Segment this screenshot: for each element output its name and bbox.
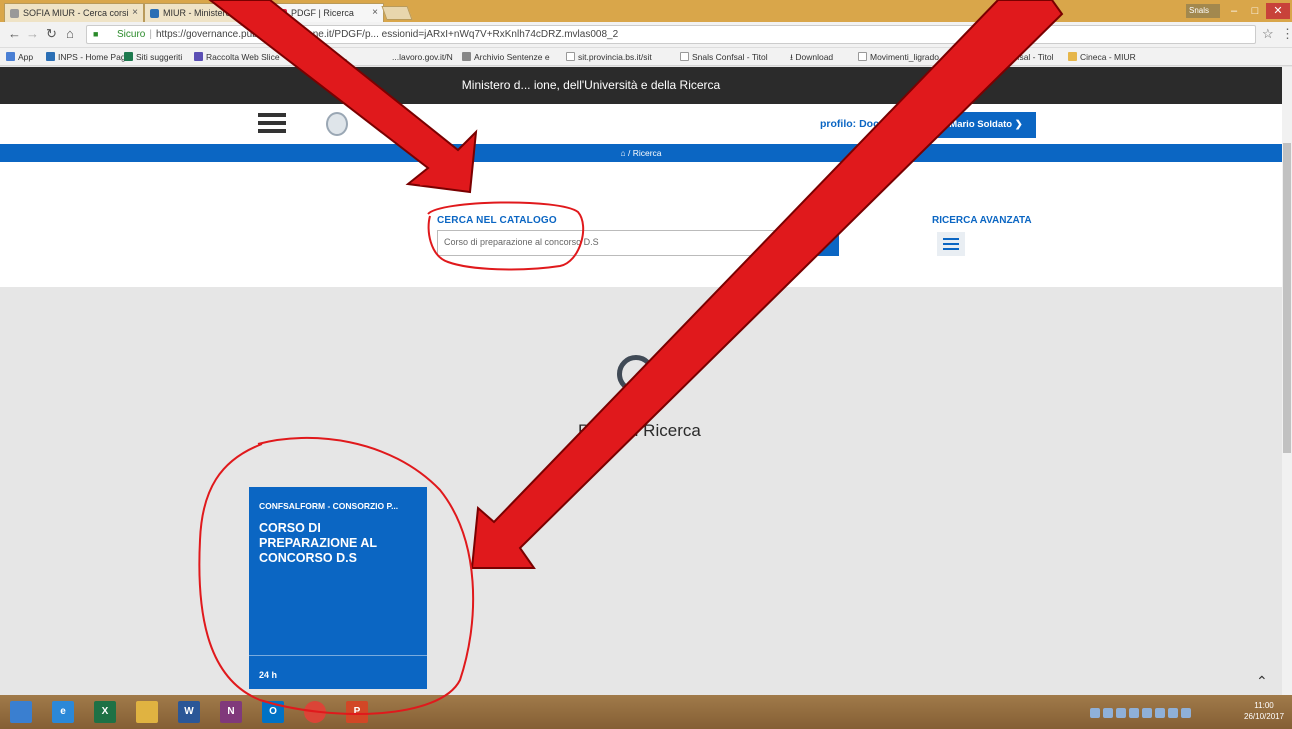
bookmark-item[interactable]: Movimenti_ligrado. <box>858 52 941 62</box>
reload-icon[interactable]: ↻ <box>46 26 57 42</box>
tray-icon[interactable] <box>1090 708 1100 718</box>
bookmark-favicon-icon <box>124 52 133 61</box>
search-section: CERCA NEL CATALOGO Corso di preparazione… <box>0 162 1282 287</box>
profile-chip[interactable]: Snals <box>1186 4 1220 18</box>
bookmark-favicon-icon <box>1068 52 1077 61</box>
search-results-icon <box>617 355 655 393</box>
tray-icon[interactable] <box>1181 708 1191 718</box>
browser-tab-bar: SOFIA MIUR - Cerca corsi × MIUR - Minist… <box>0 0 1292 22</box>
advanced-search-label: RICERCA AVANZATA <box>932 215 1032 226</box>
scroll-to-top-icon[interactable]: ⌃ <box>1256 673 1268 690</box>
bookmark-item[interactable]: Importati d... <box>288 52 347 62</box>
tray-icon[interactable] <box>1168 708 1178 718</box>
bookmark-item[interactable]: ⭳ Download <box>790 52 833 65</box>
search-label: CERCA NEL CATALOGO <box>437 215 557 226</box>
profile-label: profilo: Doc <box>820 118 879 130</box>
url-input[interactable]: ■ Sicuro | https://governance.pubblica.ist… <box>86 25 1256 44</box>
bookmark-item[interactable]: ...lavoro.gov.it/N <box>392 52 453 62</box>
search-input[interactable]: Corso di preparazione al concorso D.S <box>437 230 803 256</box>
tab-close-icon[interactable]: × <box>132 7 138 18</box>
word-icon[interactable]: W <box>178 701 200 723</box>
back-icon[interactable]: ← <box>8 26 21 41</box>
apps-grid-icon <box>6 52 15 61</box>
windows-taskbar: e X W N O P 11:00 26/10/2017 <box>0 695 1292 729</box>
powerpoint-icon[interactable]: P <box>346 701 368 723</box>
forward-icon[interactable]: → <box>26 26 39 41</box>
chevron-down-icon: ❯ <box>1014 119 1023 130</box>
tray-icon[interactable] <box>1155 708 1165 718</box>
maximize-button[interactable]: □ <box>1245 3 1265 19</box>
file-explorer-icon[interactable] <box>136 701 158 723</box>
republic-emblem-icon <box>326 112 348 136</box>
course-card[interactable]: CONFSALFORM - CONSORZIO P... CORSO DI PR… <box>249 487 427 689</box>
lock-icon: ■ <box>93 29 99 39</box>
bookmarks-bar: App INPS - Home Page Siti suggeriti Racc… <box>0 48 1292 66</box>
page-icon <box>858 52 867 61</box>
clock[interactable]: 11:00 26/10/2017 <box>1244 700 1284 722</box>
results-title: Risultati Ricerca <box>578 421 701 440</box>
home-icon[interactable]: ⌂ <box>66 26 74 41</box>
bookmark-item[interactable]: Siti suggeriti <box>124 52 182 62</box>
search-button[interactable]: ⚲ <box>803 230 839 256</box>
new-tab-button[interactable] <box>381 6 413 20</box>
search-icon: ⚲ <box>816 235 826 250</box>
tab-miur[interactable]: MIUR - Ministero dell'Istr × <box>144 3 272 22</box>
tab-favicon-icon <box>150 9 159 18</box>
hamburger-menu-icon[interactable] <box>258 113 286 133</box>
chrome-icon[interactable] <box>304 701 326 723</box>
tab-pdgf[interactable]: PDGF | Ricerca × <box>272 3 384 22</box>
excel-icon[interactable]: X <box>94 701 116 723</box>
outlook-icon[interactable]: O <box>262 701 284 723</box>
bookmark-favicon-icon <box>46 52 55 61</box>
page-content: Ministero d... ione, dell'Università e d… <box>0 67 1282 695</box>
bookmark-favicon-icon <box>462 52 471 61</box>
page-scrollbar[interactable] <box>1282 67 1292 695</box>
tab-favicon-icon <box>10 9 19 18</box>
bookmark-item[interactable]: Cineca - MIUR <box>1068 52 1136 62</box>
advanced-search-button[interactable] <box>937 232 965 256</box>
bookmark-item[interactable]: ...fsal - Titol <box>1010 52 1053 62</box>
close-window-button[interactable]: ✕ <box>1266 3 1290 19</box>
address-bar-row: ← → ↻ ⌂ ■ Sicuro | https://governance.pubb… <box>0 22 1292 48</box>
tray-icon[interactable] <box>1129 708 1139 718</box>
sliders-icon <box>943 238 959 240</box>
tab-sofia[interactable]: SOFIA MIUR - Cerca corsi × <box>4 3 144 22</box>
tab-close-icon[interactable]: × <box>372 7 378 18</box>
bookmark-item[interactable]: sit.provincia.bs.it/sit <box>566 52 652 62</box>
tray-icon[interactable] <box>1116 708 1126 718</box>
course-title: CORSO DI PREPARAZIONE AL CONCORSO D.S <box>259 521 377 565</box>
folder-icon <box>288 52 297 61</box>
onenote-icon[interactable]: N <box>220 701 242 723</box>
ministry-title: Ministero d... ione, dell'Università e d… <box>0 67 1282 104</box>
page-icon <box>680 52 689 61</box>
internet-explorer-icon[interactable]: e <box>52 701 74 723</box>
breadcrumb-current: Ricerca <box>632 148 662 158</box>
bookmark-item[interactable]: Archivio Sentenze e <box>462 52 550 62</box>
minimize-button[interactable]: – <box>1224 3 1244 19</box>
system-tray <box>1090 705 1230 719</box>
menu-kebab-icon[interactable]: ⋮ <box>1281 26 1292 42</box>
tray-icon[interactable] <box>1103 708 1113 718</box>
bookmark-item[interactable]: App <box>6 52 33 62</box>
tab-close-icon[interactable]: × <box>260 7 266 18</box>
breadcrumb: ⌂ / Ricerca <box>0 144 1282 162</box>
course-hours: 24 h <box>259 670 278 680</box>
card-divider <box>249 655 427 656</box>
tray-icon[interactable] <box>1142 708 1152 718</box>
bookmark-item[interactable]: INPS - Home Page <box>46 52 130 62</box>
page-icon <box>566 52 575 61</box>
home-icon[interactable]: ⌂ <box>620 148 625 158</box>
tab-favicon-icon <box>278 9 287 18</box>
bookmark-item[interactable]: Raccolta Web Slice <box>194 52 280 62</box>
scrollbar-thumb[interactable] <box>1283 143 1291 453</box>
site-header: profilo: Doc Mario Soldato ❯ <box>0 104 1282 144</box>
url-text: https://governance.pubblica.istruzione.i… <box>155 29 619 40</box>
bookmark-favicon-icon <box>194 52 203 61</box>
user-menu-button[interactable]: Mario Soldato ❯ <box>936 112 1036 138</box>
bookmark-star-icon[interactable]: ☆ <box>1262 26 1274 42</box>
bookmark-item[interactable]: Snals Confsal - Titol <box>680 52 768 62</box>
course-org: CONFSALFORM - CONSORZIO P... <box>259 501 399 511</box>
windows-start-icon[interactable] <box>10 701 32 723</box>
